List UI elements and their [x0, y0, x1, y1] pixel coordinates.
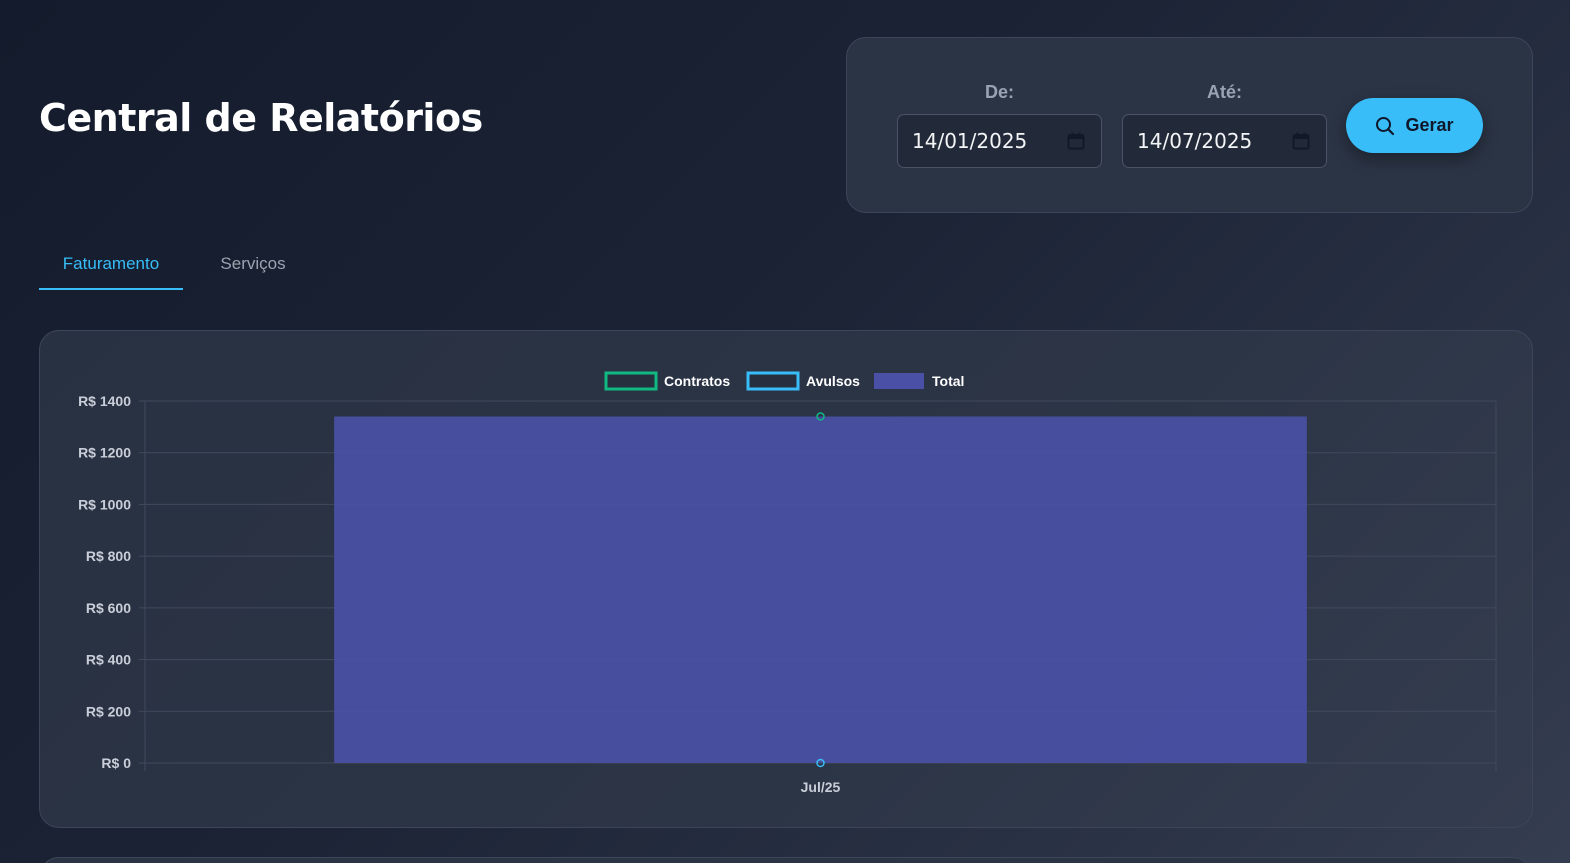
legend-label-total: Total	[932, 373, 964, 389]
y-tick-label: R$ 0	[101, 755, 131, 771]
page-title: Central de Relatórios	[39, 96, 483, 140]
y-tick-label: R$ 200	[86, 703, 131, 719]
calendar-icon[interactable]	[1067, 132, 1085, 150]
tab-faturamento[interactable]: Faturamento	[39, 244, 183, 290]
secondary-card	[39, 857, 1533, 863]
x-tick-label: Jul/25	[801, 779, 841, 795]
to-date-value: 14/07/2025	[1137, 129, 1253, 153]
legend-swatch-avulsos	[746, 371, 800, 391]
y-tick-label: R$ 1000	[78, 496, 131, 512]
legend-label-avulsos: Avulsos	[806, 373, 860, 389]
generate-button[interactable]: Gerar	[1346, 98, 1483, 153]
to-date-input[interactable]: 14/07/2025	[1122, 114, 1327, 168]
legend-label-contratos: Contratos	[664, 373, 730, 389]
y-tick-label: R$ 600	[86, 600, 131, 616]
billing-chart-card: R$ 0 R$ 200 R$ 400 R$ 600 R$ 800 R$ 1000 R$ 12…	[39, 330, 1533, 828]
from-date-label: De:	[984, 82, 1014, 102]
from-date-field: De: 14/01/2025	[897, 82, 1102, 168]
legend-swatch-contratos	[604, 371, 658, 391]
y-tick-label: R$ 800	[86, 548, 131, 564]
y-tick-label: R$ 1200	[78, 445, 131, 461]
to-date-label: Até:	[1207, 82, 1242, 102]
date-filter-panel: De: 14/01/2025 Até: 14/07/2025 Gerar	[846, 37, 1533, 213]
billing-chart: R$ 0 R$ 200 R$ 400 R$ 600 R$ 800 R$ 1000 R$ 12…	[78, 371, 1497, 795]
y-tick-label: R$ 400	[86, 652, 131, 668]
generate-button-label: Gerar	[1405, 115, 1454, 135]
calendar-icon[interactable]	[1292, 132, 1310, 150]
from-date-value: 14/01/2025	[912, 129, 1028, 153]
bar-total	[334, 416, 1307, 763]
tab-servicos[interactable]: Serviços	[207, 244, 299, 290]
y-tick-label: R$ 1400	[78, 393, 131, 409]
legend-swatch-total	[874, 373, 924, 389]
search-icon	[1376, 116, 1395, 135]
to-date-field: Até: 14/07/2025	[1122, 82, 1327, 168]
from-date-input[interactable]: 14/01/2025	[897, 114, 1102, 168]
